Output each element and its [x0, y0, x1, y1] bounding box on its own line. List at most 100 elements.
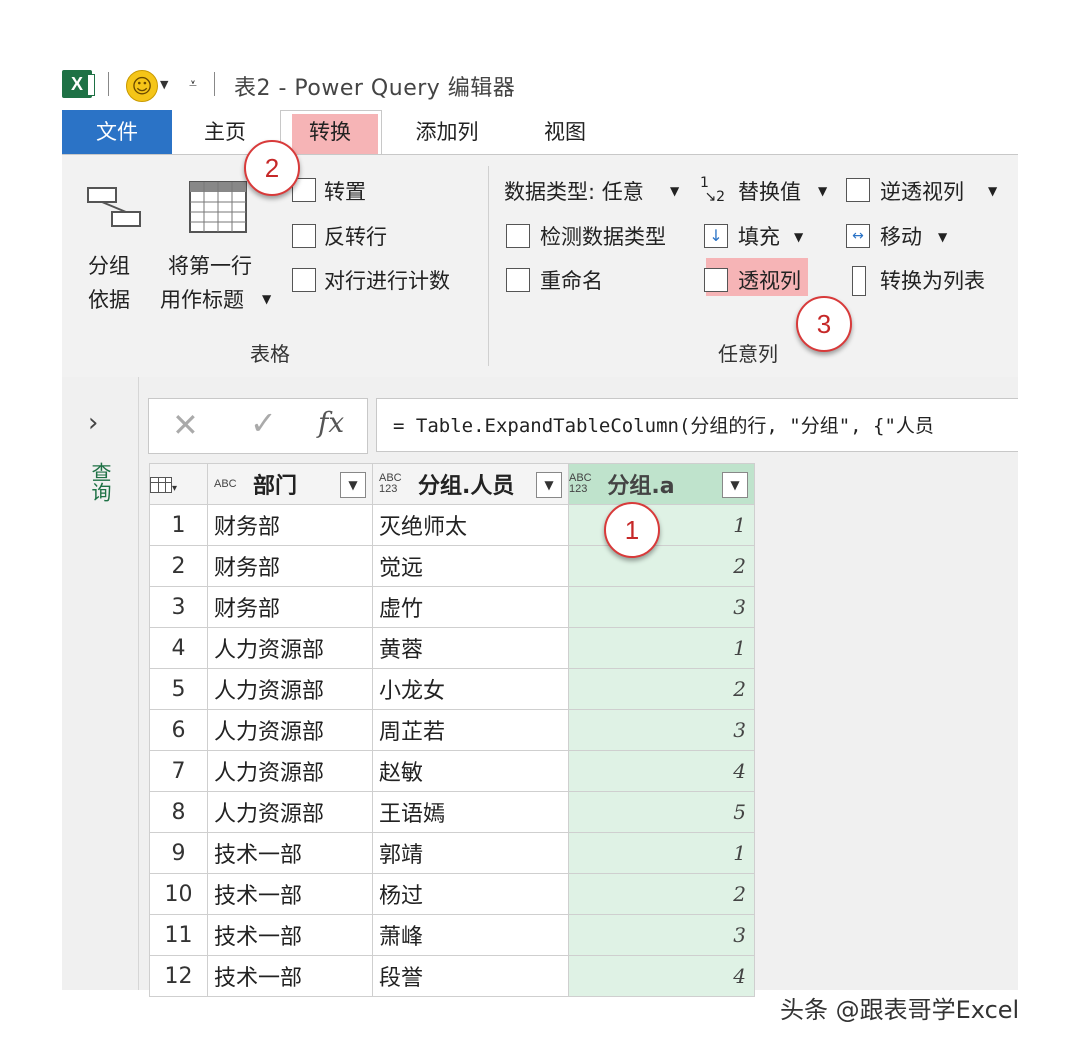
count-rows-button[interactable]: 对行进行计数 — [324, 265, 450, 295]
table-row[interactable]: 12 技术一部 段誉 4 — [149, 955, 755, 997]
row-number[interactable]: 2 — [149, 545, 208, 587]
cell-a[interactable]: 2 — [568, 668, 755, 710]
cell-person[interactable]: 杨过 — [372, 873, 569, 915]
table-row[interactable]: 2 财务部 觉远 2 — [149, 545, 755, 587]
move-button[interactable]: 移动 — [880, 221, 922, 251]
reverse-rows-icon[interactable] — [292, 224, 316, 248]
cell-a[interactable]: 1 — [568, 627, 755, 669]
column-header-a[interactable]: ABC 123 分组.a ▼ — [568, 463, 755, 505]
cell-person[interactable]: 萧峰 — [372, 914, 569, 956]
row-number[interactable]: 6 — [149, 709, 208, 751]
cell-person[interactable]: 虚竹 — [372, 586, 569, 628]
table-row[interactable]: 6 人力资源部 周芷若 3 — [149, 709, 755, 751]
use-first-row-icon[interactable] — [188, 180, 248, 234]
cell-a[interactable]: 4 — [568, 955, 755, 997]
data-type-dropdown[interactable]: 数据类型: 任意 — [504, 176, 644, 206]
feedback-smiley-icon[interactable]: ☺ — [126, 70, 158, 102]
reverse-rows-button[interactable]: 反转行 — [324, 221, 387, 251]
cell-a[interactable]: 2 — [568, 545, 755, 587]
tab-transform[interactable]: 转换 — [280, 110, 380, 154]
replace-values-dropdown-icon[interactable]: ▼ — [818, 184, 827, 198]
cell-a[interactable]: 2 — [568, 873, 755, 915]
transpose-button[interactable]: 转置 — [324, 176, 366, 206]
use-first-row-dropdown-icon[interactable]: ▼ — [262, 292, 271, 306]
cell-dept[interactable]: 人力资源部 — [207, 709, 373, 751]
row-number[interactable]: 1 — [149, 504, 208, 546]
confirm-formula-icon[interactable]: ✓ — [250, 404, 277, 442]
cell-dept[interactable]: 财务部 — [207, 504, 373, 546]
cell-a[interactable]: 3 — [568, 914, 755, 956]
row-number[interactable]: 9 — [149, 832, 208, 874]
unpivot-dropdown-icon[interactable]: ▼ — [988, 184, 997, 198]
table-row[interactable]: 11 技术一部 萧峰 3 — [149, 914, 755, 956]
cell-a[interactable]: 1 — [568, 504, 755, 546]
group-by-label-1[interactable]: 分组 — [88, 250, 130, 280]
tab-file[interactable]: 文件 — [62, 110, 172, 154]
cell-dept[interactable]: 人力资源部 — [207, 668, 373, 710]
row-number[interactable]: 5 — [149, 668, 208, 710]
cell-dept[interactable]: 人力资源部 — [207, 627, 373, 669]
pivot-column-button[interactable]: 透视列 — [738, 265, 801, 295]
detect-type-button[interactable]: 检测数据类型 — [540, 221, 666, 251]
unpivot-columns-icon[interactable] — [846, 178, 870, 202]
move-icon[interactable]: ↔ — [846, 224, 870, 248]
data-type-dropdown-icon[interactable]: ▼ — [670, 184, 679, 198]
row-number[interactable]: 10 — [149, 873, 208, 915]
table-row[interactable]: 9 技术一部 郭靖 1 — [149, 832, 755, 874]
expand-queries-chevron-icon[interactable]: › — [88, 408, 98, 438]
cell-person[interactable]: 王语嫣 — [372, 791, 569, 833]
cell-a[interactable]: 1 — [568, 832, 755, 874]
convert-to-list-icon[interactable] — [852, 266, 866, 296]
replace-values-button[interactable]: 替换值 — [738, 176, 801, 206]
cell-person[interactable]: 灭绝师太 — [372, 504, 569, 546]
move-dropdown-icon[interactable]: ▼ — [938, 230, 947, 244]
table-row[interactable]: 7 人力资源部 赵敏 4 — [149, 750, 755, 792]
table-menu-caret-icon[interactable]: ▾ — [172, 483, 177, 494]
cell-person[interactable]: 赵敏 — [372, 750, 569, 792]
rename-icon[interactable] — [506, 268, 530, 292]
cell-dept[interactable]: 财务部 — [207, 545, 373, 587]
column-filter-dropdown-icon[interactable]: ▼ — [340, 472, 366, 498]
cell-person[interactable]: 段誉 — [372, 955, 569, 997]
table-menu-icon[interactable] — [150, 476, 172, 493]
table-row[interactable]: 10 技术一部 杨过 2 — [149, 873, 755, 915]
cell-person[interactable]: 小龙女 — [372, 668, 569, 710]
use-first-row-label-1[interactable]: 将第一行 — [168, 250, 252, 280]
replace-values-icon[interactable]: 1 ↘2 — [700, 176, 725, 204]
fx-icon[interactable]: fx — [318, 406, 344, 439]
group-by-icon[interactable] — [86, 186, 142, 230]
rename-button[interactable]: 重命名 — [540, 265, 603, 295]
table-row[interactable]: 1 财务部 灭绝师太 1 — [149, 504, 755, 546]
cell-dept[interactable]: 技术一部 — [207, 955, 373, 997]
row-number[interactable]: 7 — [149, 750, 208, 792]
row-number[interactable]: 11 — [149, 914, 208, 956]
detect-type-icon[interactable] — [506, 224, 530, 248]
cell-dept[interactable]: 人力资源部 — [207, 750, 373, 792]
cell-a[interactable]: 4 — [568, 750, 755, 792]
formula-input[interactable]: = Table.ExpandTableColumn(分组的行, "分组", {"… — [376, 398, 1018, 452]
cell-person[interactable]: 周芷若 — [372, 709, 569, 751]
column-filter-dropdown-icon[interactable]: ▼ — [536, 472, 562, 498]
cell-person[interactable]: 黄蓉 — [372, 627, 569, 669]
table-row[interactable]: 5 人力资源部 小龙女 2 — [149, 668, 755, 710]
unpivot-columns-button[interactable]: 逆透视列 — [880, 176, 964, 206]
column-filter-dropdown-icon[interactable]: ▼ — [722, 472, 748, 498]
cell-a[interactable]: 5 — [568, 791, 755, 833]
use-first-row-label-2[interactable]: 用作标题 — [160, 284, 244, 314]
cancel-formula-icon[interactable]: ✕ — [172, 406, 199, 444]
cell-dept[interactable]: 技术一部 — [207, 873, 373, 915]
cell-a[interactable]: 3 — [568, 709, 755, 751]
pivot-column-icon[interactable] — [704, 268, 728, 292]
table-row[interactable]: 4 人力资源部 黄蓉 1 — [149, 627, 755, 669]
cell-dept[interactable]: 技术一部 — [207, 914, 373, 956]
group-by-label-2[interactable]: 依据 — [88, 284, 130, 314]
fill-dropdown-icon[interactable]: ▼ — [794, 230, 803, 244]
table-row[interactable]: 3 财务部 虚竹 3 — [149, 586, 755, 628]
smiley-dropdown-icon[interactable]: ▼ — [160, 78, 168, 91]
tab-view[interactable]: 视图 — [520, 110, 610, 154]
tab-add-column[interactable]: 添加列 — [392, 110, 502, 154]
row-number[interactable]: 3 — [149, 586, 208, 628]
fill-button[interactable]: 填充 — [738, 221, 780, 251]
queries-pane-label[interactable]: 查询 — [86, 462, 115, 502]
row-number[interactable]: 12 — [149, 955, 208, 997]
